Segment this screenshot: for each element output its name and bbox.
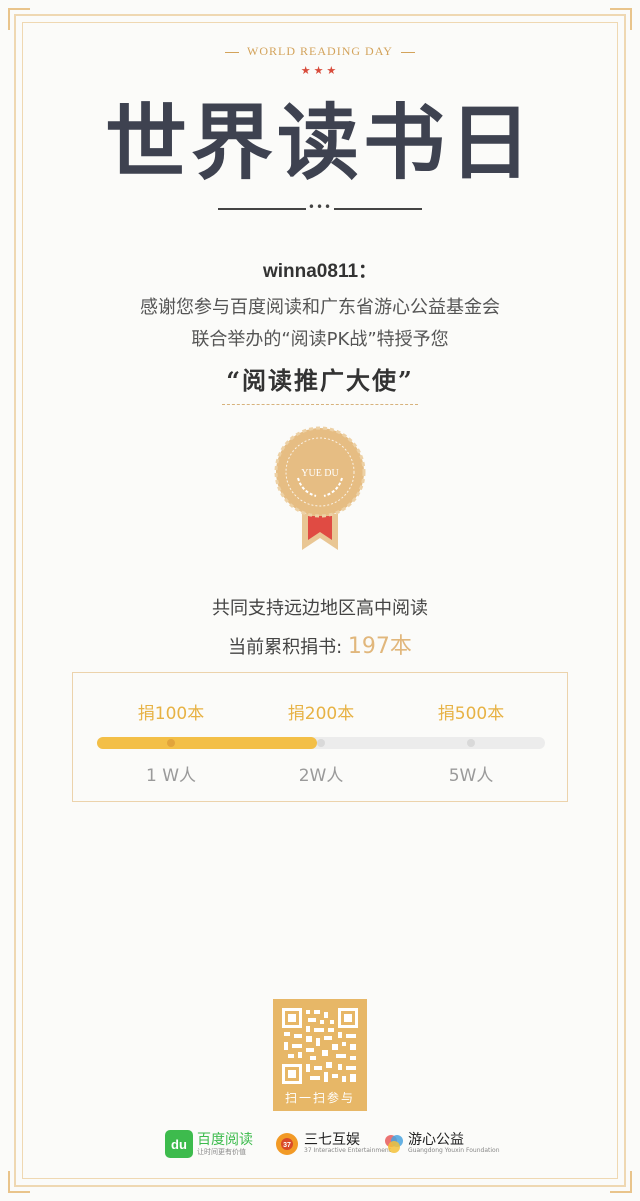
milestone-marker <box>167 739 175 747</box>
baidu-reading-logo: du 百度阅读 让时间更有价值 <box>165 1126 275 1162</box>
qr-caption: 扫一扫参与 <box>284 1091 355 1105</box>
milestone-marker <box>317 739 325 747</box>
thanks-line: 感谢您参与百度阅读和广东省游心公益基金会 <box>140 297 500 318</box>
baidu-reading-icon: du <box>165 1130 193 1158</box>
37-mark: 37 <box>283 1142 291 1149</box>
page-title: 世界读书日 <box>104 95 535 191</box>
medal-badge-icon: YUE DU <box>274 426 366 550</box>
qr-code-card[interactable]: 扫一扫参与 <box>273 999 367 1111</box>
donation-total-value: 197本 <box>347 634 412 659</box>
world-reading-day-subtitle: WORLD READING DAY <box>0 44 640 59</box>
award-underline <box>222 404 418 405</box>
milestone-donate-label: 捐100本 <box>137 704 205 724</box>
logo-name: 游心公益 <box>408 1132 464 1148</box>
thanks-message: 感谢您参与百度阅读和广东省游心公益基金会 联合举办的“阅读PK战”特授予您 <box>0 292 640 356</box>
37-interactive-logo: 37 三七互娱 37 Interactive Entertainment <box>274 1126 391 1162</box>
sponsor-logos: du 百度阅读 让时间更有价值 37 三七互娱 37 Interactive E… <box>160 1126 500 1162</box>
progress-fill <box>97 737 317 749</box>
progress-track <box>97 737 545 749</box>
logo-name: 百度阅读 <box>197 1132 253 1148</box>
badge-text: YUE DU <box>301 468 339 479</box>
logo-name: 三七互娱 <box>304 1132 360 1148</box>
divider-dash <box>400 51 415 53</box>
ornament-line <box>218 208 306 210</box>
37-interactive-icon: 37 <box>276 1133 298 1155</box>
logo-sub: 让时间更有价值 <box>197 1148 246 1156</box>
milestone-donate-label: 捐500本 <box>437 704 505 724</box>
frame-corner-ornament <box>8 1171 30 1193</box>
award-title: “阅读推广大使” <box>226 366 414 395</box>
donation-total: 当前累积捐书: 197本 <box>0 628 640 660</box>
ornament-line <box>334 208 422 210</box>
milestone-people-label: 1 W人 <box>145 766 197 786</box>
star-decoration: ★★★ <box>300 64 340 77</box>
recipient-username: winna0811： <box>262 261 378 282</box>
support-text: 共同支持远边地区高中阅读 <box>212 598 428 619</box>
baidu-mark: du <box>171 1137 187 1152</box>
milestone-donate-label: 捐200本 <box>287 704 355 724</box>
divider-dash <box>225 51 240 53</box>
subtitle-text: WORLD READING DAY <box>247 44 393 58</box>
logo-sub: 37 Interactive Entertainment <box>304 1147 392 1154</box>
donation-progress-panel: 捐100本 捐200本 捐500本 1 W人 2W人 5W人 <box>72 672 568 802</box>
donation-total-label: 当前累积捐书: <box>228 637 348 658</box>
frame-corner-ornament <box>610 1171 632 1193</box>
milestone-people-label: 5W人 <box>448 766 494 786</box>
title-ornament-divider: ••• <box>218 200 422 214</box>
milestone-people-label: 2W人 <box>298 766 344 786</box>
youxin-charity-icon <box>385 1135 403 1153</box>
frame-corner-ornament <box>8 8 30 30</box>
ornament-dots: ••• <box>307 200 333 214</box>
thanks-line: 联合举办的“阅读PK战”特授予您 <box>191 329 449 350</box>
frame-corner-ornament <box>610 8 632 30</box>
milestone-marker <box>467 739 475 747</box>
logo-sub: Guangdong Youxin Foundation <box>408 1147 500 1154</box>
qr-code-icon[interactable] <box>280 1006 360 1086</box>
youxin-charity-logo: 游心公益 Guangdong Youxin Foundation <box>382 1126 500 1162</box>
